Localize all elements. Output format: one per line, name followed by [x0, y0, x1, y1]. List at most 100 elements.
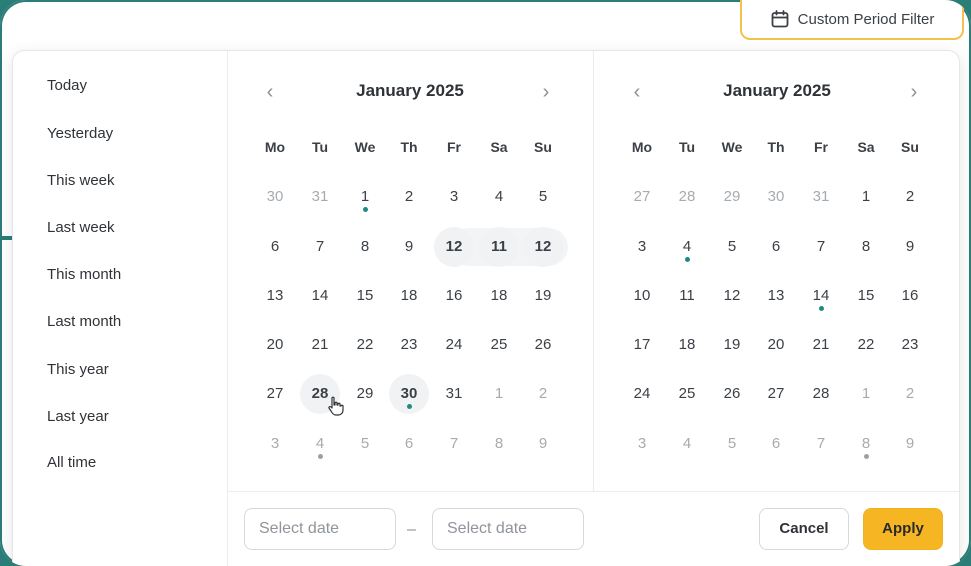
preset-this-year[interactable]: This year: [47, 361, 109, 378]
calendar-left-day[interactable]: 6: [389, 424, 429, 464]
calendar-right-day[interactable]: 20: [756, 325, 796, 365]
calendar-right-day[interactable]: 30: [756, 177, 796, 217]
calendar-left-day[interactable]: 4: [300, 424, 340, 464]
calendar-right-day[interactable]: 16: [890, 276, 930, 316]
calendar-left-day[interactable]: 15: [345, 276, 385, 316]
calendar-left-day[interactable]: 5: [523, 177, 563, 217]
calendar-left-day[interactable]: 7: [434, 424, 474, 464]
calendar-right-day[interactable]: 18: [667, 325, 707, 365]
calendar-right-day[interactable]: 15: [846, 276, 886, 316]
calendar-right-day[interactable]: 28: [667, 177, 707, 217]
calendar-right-day[interactable]: 3: [622, 227, 662, 267]
calendar-right-day[interactable]: 1: [846, 374, 886, 414]
calendar-right-day[interactable]: 27: [756, 374, 796, 414]
calendar-left-day[interactable]: 18: [389, 276, 429, 316]
calendar-left-day[interactable]: 29: [345, 374, 385, 414]
calendar-left-day[interactable]: 21: [300, 325, 340, 365]
next-month-button-left[interactable]: ›: [533, 79, 559, 105]
calendar-right-day[interactable]: 7: [801, 424, 841, 464]
calendar-left-day[interactable]: 9: [523, 424, 563, 464]
calendar-right-day[interactable]: 9: [890, 227, 930, 267]
cancel-button[interactable]: Cancel: [759, 508, 849, 550]
calendar-left-day[interactable]: 11: [479, 227, 519, 267]
calendar-left-day[interactable]: 30: [255, 177, 295, 217]
calendar-right-day[interactable]: 13: [756, 276, 796, 316]
calendar-left-day[interactable]: 2: [389, 177, 429, 217]
calendar-right-day[interactable]: 12: [712, 276, 752, 316]
calendar-right-day[interactable]: 29: [712, 177, 752, 217]
calendar-right-day[interactable]: 5: [712, 424, 752, 464]
custom-period-filter-button[interactable]: Custom Period Filter: [740, 0, 964, 40]
calendar-left-day[interactable]: 31: [434, 374, 474, 414]
calendar-left-day[interactable]: 24: [434, 325, 474, 365]
calendar-left-day[interactable]: 31: [300, 177, 340, 217]
calendar-right-day[interactable]: 3: [622, 424, 662, 464]
calendar-left-day[interactable]: 8: [479, 424, 519, 464]
day-number: 6: [771, 435, 781, 452]
calendar-left-day[interactable]: 13: [255, 276, 295, 316]
calendar-left-day[interactable]: 25: [479, 325, 519, 365]
calendar-right-day[interactable]: 6: [756, 424, 796, 464]
calendar-right-day[interactable]: 2: [890, 374, 930, 414]
calendar-right-day[interactable]: 19: [712, 325, 752, 365]
preset-last-week[interactable]: Last week: [47, 219, 115, 236]
calendar-right-day[interactable]: 24: [622, 374, 662, 414]
calendar-left-day[interactable]: 1: [345, 177, 385, 217]
preset-last-year[interactable]: Last year: [47, 408, 109, 425]
calendar-right-day[interactable]: 5: [712, 227, 752, 267]
calendar-left-day[interactable]: 7: [300, 227, 340, 267]
calendar-left-day[interactable]: 1: [479, 374, 519, 414]
calendar-left-day[interactable]: 2: [523, 374, 563, 414]
preset-today[interactable]: Today: [47, 77, 87, 94]
calendar-right-day[interactable]: 8: [846, 227, 886, 267]
calendar-right-day[interactable]: 23: [890, 325, 930, 365]
calendar-right-day[interactable]: 26: [712, 374, 752, 414]
calendar-left-day[interactable]: 16: [434, 276, 474, 316]
calendar-right-day[interactable]: 31: [801, 177, 841, 217]
calendar-right-day[interactable]: 7: [801, 227, 841, 267]
preset-this-week[interactable]: This week: [47, 172, 115, 189]
calendar-right-day[interactable]: 28: [801, 374, 841, 414]
start-date-input[interactable]: [244, 508, 396, 550]
calendar-left-day[interactable]: 30: [389, 374, 429, 414]
calendar-right-day[interactable]: 14: [801, 276, 841, 316]
calendar-right-day[interactable]: 27: [622, 177, 662, 217]
calendar-left-day[interactable]: 12: [523, 227, 563, 267]
preset-all-time[interactable]: All time: [47, 454, 96, 471]
next-month-button[interactable]: ›: [901, 79, 927, 105]
calendar-left-day[interactable]: 18: [479, 276, 519, 316]
calendar-left-day[interactable]: 6: [255, 227, 295, 267]
calendar-left-day[interactable]: 20: [255, 325, 295, 365]
calendar-right-day[interactable]: 2: [890, 177, 930, 217]
calendar-right-day[interactable]: 21: [801, 325, 841, 365]
preset-last-month[interactable]: Last month: [47, 313, 121, 330]
calendar-right-day[interactable]: 11: [667, 276, 707, 316]
calendar-left-day[interactable]: 8: [345, 227, 385, 267]
calendar-left-day[interactable]: 9: [389, 227, 429, 267]
calendar-right-day[interactable]: 1: [846, 177, 886, 217]
calendar-right-day[interactable]: 8: [846, 424, 886, 464]
calendar-right-day[interactable]: 22: [846, 325, 886, 365]
calendar-left-day[interactable]: 4: [479, 177, 519, 217]
calendar-left-day[interactable]: 22: [345, 325, 385, 365]
calendar-left-day[interactable]: 5: [345, 424, 385, 464]
calendar-right-day[interactable]: 25: [667, 374, 707, 414]
preset-this-month[interactable]: This month: [47, 266, 121, 283]
calendar-left-day[interactable]: 19: [523, 276, 563, 316]
calendar-left-day[interactable]: 26: [523, 325, 563, 365]
apply-button[interactable]: Apply: [863, 508, 943, 550]
calendar-right-day[interactable]: 17: [622, 325, 662, 365]
end-date-input[interactable]: [432, 508, 584, 550]
calendar-right-day[interactable]: 4: [667, 227, 707, 267]
calendar-right-day[interactable]: 6: [756, 227, 796, 267]
calendar-right-day[interactable]: 9: [890, 424, 930, 464]
calendar-right-day[interactable]: 10: [622, 276, 662, 316]
preset-yesterday[interactable]: Yesterday: [47, 125, 113, 142]
calendar-left-day[interactable]: 23: [389, 325, 429, 365]
calendar-left-day[interactable]: 27: [255, 374, 295, 414]
calendar-left-day[interactable]: 3: [255, 424, 295, 464]
calendar-left-day[interactable]: 12: [434, 227, 474, 267]
calendar-left-day[interactable]: 3: [434, 177, 474, 217]
calendar-right-day[interactable]: 4: [667, 424, 707, 464]
calendar-left-day[interactable]: 14: [300, 276, 340, 316]
